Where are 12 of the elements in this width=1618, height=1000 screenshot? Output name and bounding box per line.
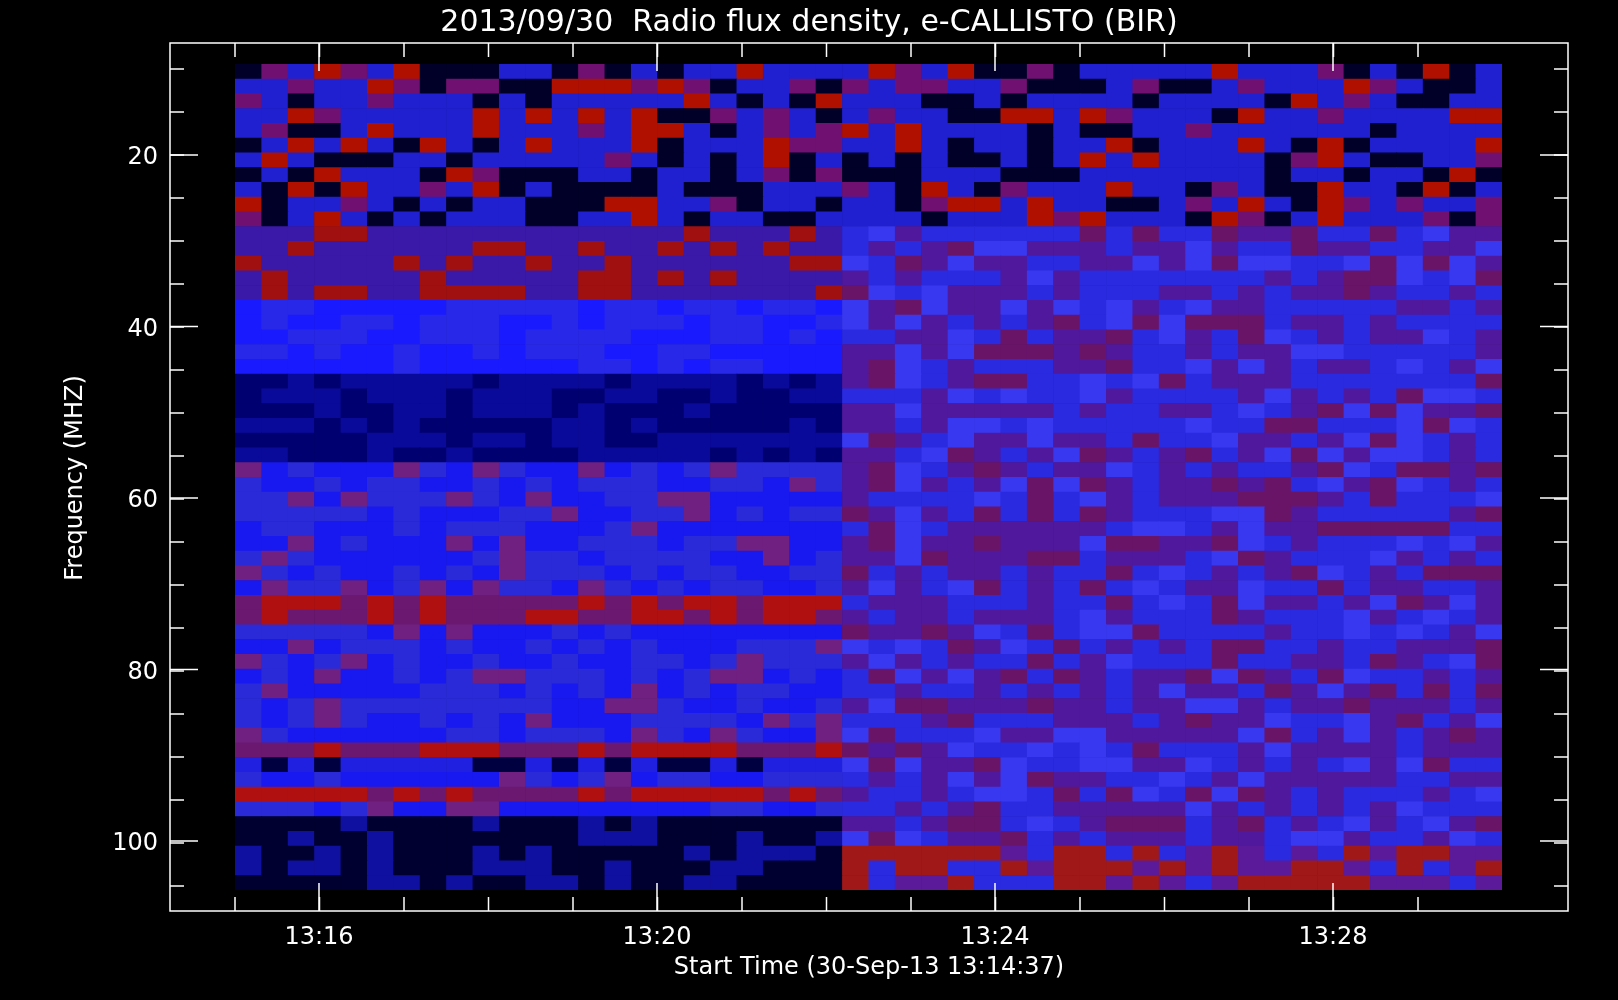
x-tick-label: 13:20 [622,922,692,950]
y-tick-label: 80 [127,656,158,685]
y-tick-label: 20 [127,142,158,170]
x-axis-label: Start Time (30-Sep-13 13:14:37) [673,952,1065,980]
x-tick-label: 13:16 [284,922,354,950]
y-axis-label: Frequency (MHZ) [60,375,88,581]
y-tick-label: 100 [112,828,158,856]
x-tick-label: 13:28 [1298,922,1368,950]
y-tick-label: 40 [127,313,158,342]
plot-title: 2013/09/30 Radio flux density, e-CALLISTO (BIR) [440,3,1178,38]
x-tick-label: 13:24 [960,922,1030,950]
y-tick-label: 60 [127,485,158,513]
